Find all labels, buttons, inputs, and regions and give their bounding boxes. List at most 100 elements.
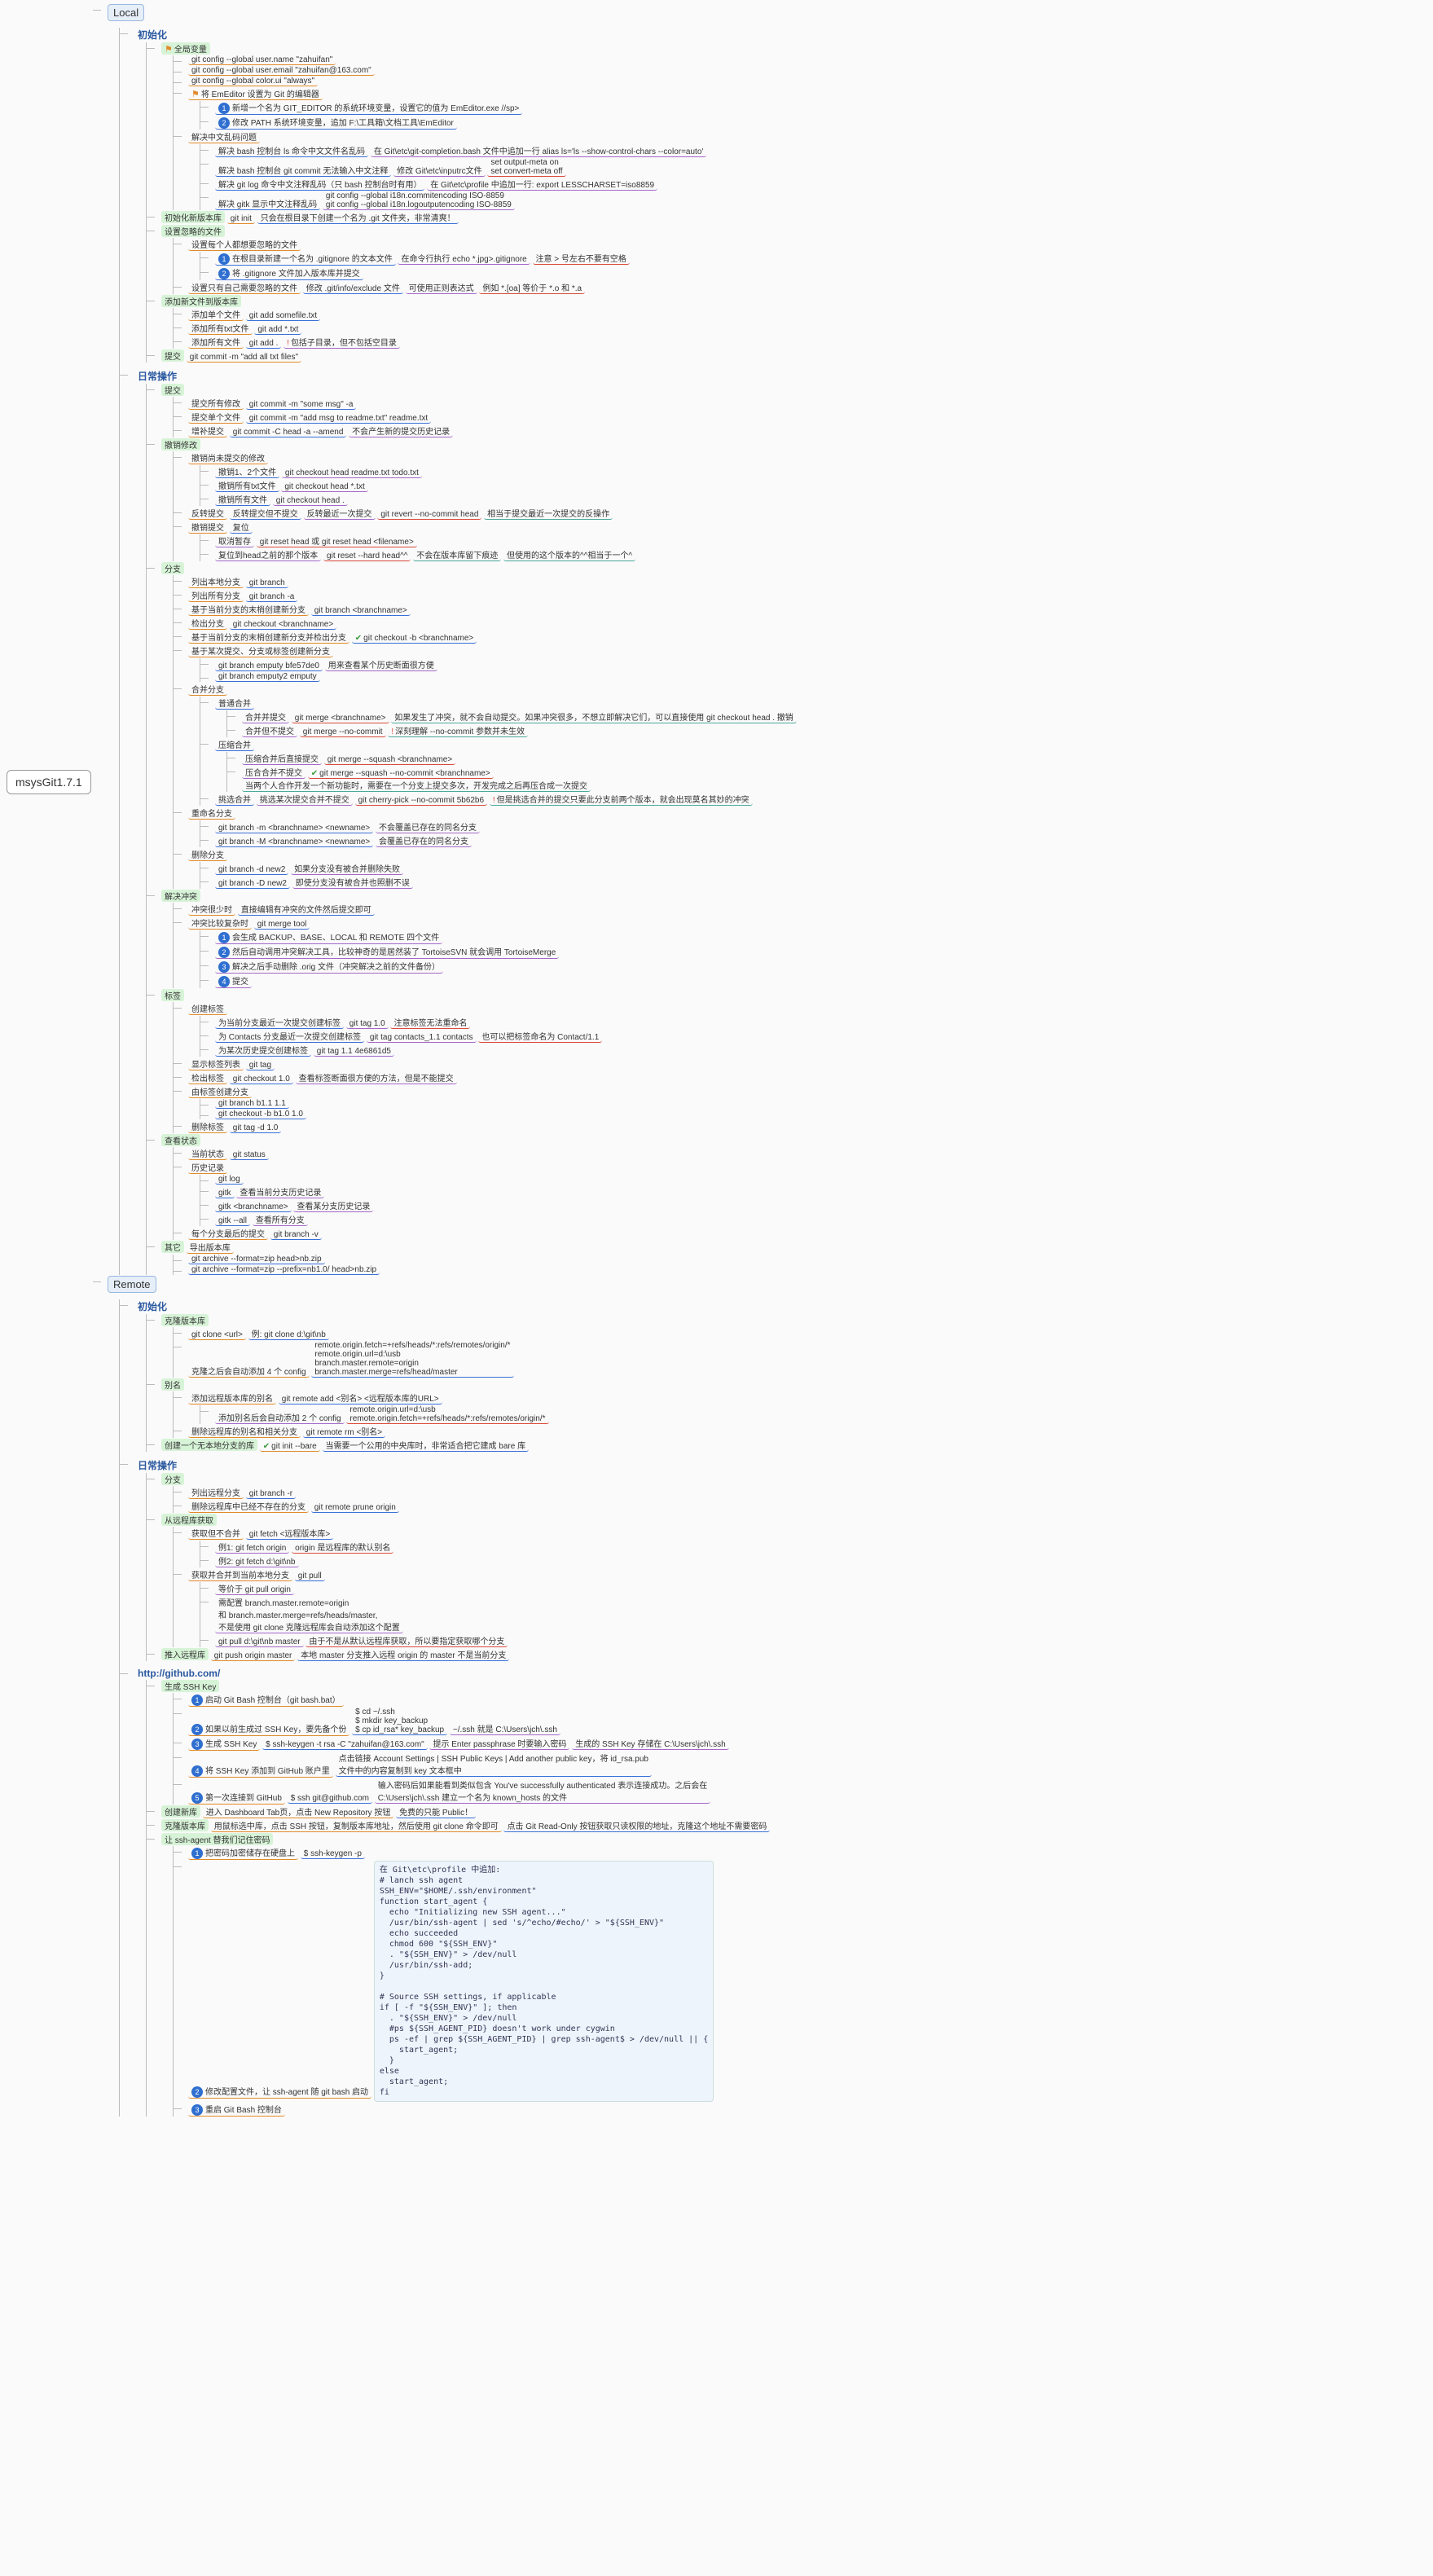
- github: http://github.com/: [134, 1668, 223, 1679]
- local-init: 初始化: [134, 28, 170, 42]
- ignore-all-s1: 1在根目录新建一个名为 .gitignore 的文本文件: [215, 252, 396, 266]
- ssh-s2-n: ~/.ssh 就是 C:\Users\jch\.ssh: [450, 1722, 560, 1735]
- br-list: 列出本地分支: [188, 575, 244, 588]
- merge-pick: 挑选合并: [215, 793, 254, 806]
- cn-gitk-fix: git config --global i18n.commitencoding …: [323, 191, 515, 210]
- tag-del-r: git tag -d 1.0: [230, 1123, 282, 1133]
- rf-only-cmd: git fetch <远程版本库>: [246, 1527, 333, 1540]
- br-newcur-r: git branch <branchname>: [311, 606, 411, 616]
- mn-a-n: 如果发生了冲突，就不会自动提交。如果冲突很多，不想立即解决它们，可以直接使用 g…: [391, 710, 797, 723]
- commit-amend-n: 不会产生新的提交历史记录: [349, 424, 453, 437]
- st-cur-r: git status: [230, 1150, 269, 1160]
- ssh-s4: 4将 SSH Key 添加到 GitHub 账户里: [188, 1764, 333, 1778]
- init-newrepo: 初始化新版本库: [161, 211, 225, 223]
- undo-pall-r: git checkout head .: [273, 496, 348, 506]
- local-node: Local: [108, 4, 144, 21]
- br-newfrom-an: 用来查看某个历史断面很方便: [325, 658, 437, 671]
- gh-clone-r: 点击 Git Read-Only 按钮获取只读权限的地址，克隆这个地址不需要密码: [503, 1819, 770, 1832]
- tag-new-c-r: git tag 1.1 4e6861d5: [314, 1047, 394, 1057]
- ag-s3: 3重启 Git Bash 控制台: [188, 2103, 285, 2117]
- emeditor: ⚑将 EmEditor 设置为 Git 的编辑器: [188, 87, 323, 100]
- undo-revert-l: 反转提交但不提交: [230, 507, 301, 520]
- rd-fetch: 从远程库获取: [161, 1514, 217, 1526]
- tag-tob-b: git checkout -b b1.0 1.0: [215, 1110, 306, 1119]
- st-gitk-r: 查看当前分支历史记录: [236, 1185, 324, 1198]
- br-co: 检出分支: [188, 617, 227, 630]
- d-conflict: 解决冲突: [161, 890, 200, 902]
- add-one-r: git add somefile.txt: [246, 311, 320, 321]
- gh-clone: 克隆版本库: [161, 1819, 209, 1831]
- local-daily: 日常操作: [134, 369, 180, 383]
- ssh-s5-r: $ ssh git@github.com: [288, 1794, 372, 1804]
- gh-ssh: 生成 SSH Key: [161, 1680, 219, 1692]
- add-all-n: !包括子目录，但不包括空目录: [284, 336, 400, 349]
- r-bare-n: 当需要一个公用的中央库时，非常适合把它建成 bare 库: [323, 1439, 530, 1452]
- rf-only-an: origin 是远程库的默认别名: [292, 1541, 393, 1554]
- undo-revert-cmd: git revert --no-commit head: [377, 510, 481, 520]
- rd-br-a: 列出远程分支: [188, 1486, 244, 1499]
- reset-soft-r: git reset head 或 git reset head <filenam…: [257, 534, 417, 547]
- add-all-r: git add .: [246, 339, 282, 349]
- mn-b: 合并但不提交: [242, 724, 297, 737]
- tag-tob-a: git branch b1.1 1.1: [215, 1099, 289, 1109]
- mn-a: 合并并提交: [242, 710, 289, 723]
- cn-ls: 解决 bash 控制台 ls 命令中文文件名乱码: [215, 144, 368, 157]
- st-gitk: gitk: [215, 1189, 235, 1198]
- br-del: 删除分支: [188, 848, 227, 861]
- conf-s3: 3解决之后手动删除 .orig 文件（冲突解决之前的文件备份）: [215, 960, 443, 974]
- r-init: 初始化: [134, 1299, 170, 1313]
- ren-a: git branch -m <branchname> <newname>: [215, 824, 373, 833]
- tag-new-a-n: 注意标签无法重命名: [390, 1016, 470, 1029]
- ssh-s5: 5第一次连接到 GitHub: [188, 1791, 285, 1805]
- cn-log-fix: 在 Git\etc\profile 中追加一行: export LESSCHAR…: [427, 178, 657, 191]
- conf-s1: 1会生成 BACKUP、BASE、LOCAL 和 REMOTE 四个文件: [215, 930, 442, 944]
- rd-branch: 分支: [161, 1473, 184, 1485]
- st-log: git log: [215, 1175, 244, 1185]
- tag-co-r: git checkout 1.0: [230, 1075, 293, 1084]
- tag-new: 创建标签: [188, 1002, 227, 1015]
- add-all: 添加所有文件: [188, 336, 244, 349]
- tag-new-c: 为某次历史提交创建标签: [215, 1044, 311, 1057]
- add-txt-r: git add *.txt: [254, 325, 301, 335]
- al-add-r: git remote add <别名> <远程版本库的URL>: [279, 1391, 442, 1404]
- commit-all-r: git commit -m "some msg" -a: [246, 400, 357, 410]
- br-listall: 列出所有分支: [188, 589, 244, 602]
- rf-pull-cmd: git pull: [295, 1572, 325, 1581]
- st-gitk-all-r: 查看所有分支: [253, 1213, 308, 1226]
- cn-log: 解决 git log 命令中文注释乱码（只 bash 控制台时有用）: [215, 178, 424, 191]
- cn-commit: 解决 bash 控制台 git commit 无法输入中文注释: [215, 164, 391, 177]
- init-note: 只会在根目录下创建一个名为 .git 文件夹，非常清爽！: [257, 211, 459, 224]
- merge-normal: 普通合并: [215, 697, 254, 710]
- mp-l: 挑选某次提交合并不提交: [257, 793, 353, 806]
- cfg-email: git config --global user.email "zahuifan…: [188, 66, 375, 76]
- tag-show-r: git tag: [246, 1061, 275, 1070]
- cn-gitk: 解决 gitk 显示中文注释乱码: [215, 197, 320, 210]
- global-vars: ⚑全局变量: [161, 42, 210, 55]
- tag-new-a: 为当前分支最近一次提交创建标签: [215, 1016, 344, 1029]
- ag-code: 在 Git\etc\profile 中追加: # lanch ssh agent…: [374, 1861, 714, 2102]
- d-status: 查看状态: [161, 1134, 200, 1146]
- br-newfrom: 基于某次提交、分支或标签创建新分支: [188, 644, 333, 657]
- ag-s2: 2修改配置文件，让 ssh-agent 随 git bash 启动: [188, 2085, 371, 2099]
- rf-pull-eq: 等价于 git pull origin: [215, 1582, 294, 1595]
- r-clone-cmd: git clone <url>: [188, 1330, 246, 1340]
- rd-push: 推入远程库: [161, 1648, 209, 1660]
- rd-push-cmd: git push origin master: [211, 1651, 296, 1661]
- br-newco: 基于当前分支的末梢创建新分支并检出分支: [188, 631, 349, 644]
- r-daily: 日常操作: [134, 1458, 180, 1472]
- del-b-r: 即使分支没有被合并也照删不误: [292, 876, 413, 889]
- rf-pull-dr: 由于不是从默认远程库获取，所以要指定获取哪个分支: [306, 1634, 508, 1647]
- tag-tob: 由标签创建分支: [188, 1085, 252, 1098]
- br-rename: 重命名分支: [188, 807, 235, 820]
- r-clone-cfg: 克隆之后会自动添加 4 个 config: [188, 1365, 310, 1378]
- ignore-self-r: 修改 .git/info/exclude 文件: [303, 281, 403, 294]
- ssh-s2-r: $ cd ~/.ssh $ mkdir key_backup $ cp id_r…: [352, 1708, 447, 1735]
- emeditor-s2: 2修改 PATH 系统环境变量，追加 F:\工具箱\文档工具\EmEditor: [215, 116, 457, 130]
- conf-s2: 2然后自动调用冲突解决工具，比较神奇的是居然装了 TortoiseSVN 就会调…: [215, 945, 559, 959]
- gh-newrepo-l: 进入 Dashboard Tab页，点击 New Repository 按钮: [203, 1805, 394, 1818]
- conf-cmd: git merge tool: [254, 920, 310, 930]
- cfg-name: git config --global user.name "zahuifan": [188, 55, 336, 65]
- ms-a: 压缩合并后直接提交: [242, 752, 322, 765]
- ren-b: git branch -M <branchname> <newname>: [215, 837, 373, 847]
- ssh-s3-n1: 提示 Enter passphrase 时要输入密码: [429, 1737, 569, 1750]
